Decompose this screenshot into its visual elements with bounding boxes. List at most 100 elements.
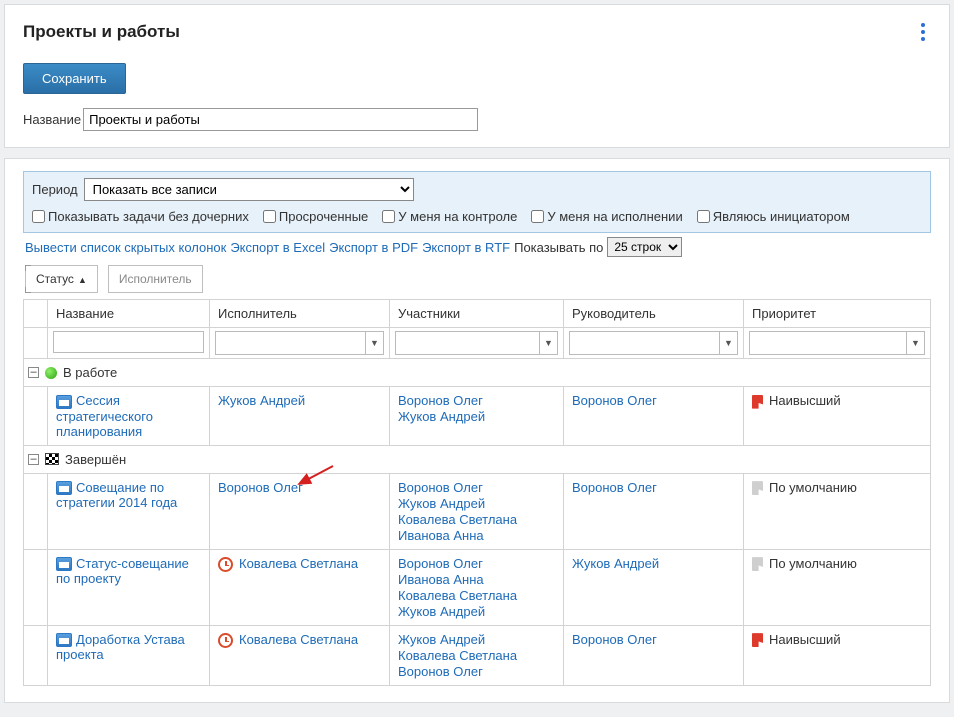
export-pdf-link[interactable]: Экспорт в PDF [329,240,418,255]
executor-link[interactable]: Воронов Олег [218,480,303,495]
clock-icon [218,633,233,648]
meeting-icon [56,633,72,647]
group-by-executor-drop[interactable]: Исполнитель [108,265,203,293]
chevron-down-icon: ▼ [365,332,383,354]
filter-row: ▼ ▼ ▼ ▼ [24,328,931,359]
participant-link[interactable]: Ковалева Светлана [398,512,555,527]
grid-panel: Период Показать все записи Показывать за… [4,158,950,703]
checkbox-no-children[interactable] [32,210,45,223]
panel-title: Проекты и работы [23,22,180,42]
participant-link[interactable]: Жуков Андрей [398,496,555,511]
check-overdue[interactable]: Просроченные [263,209,368,224]
check-my-control[interactable]: У меня на контроле [382,209,517,224]
priority-flag-icon [752,633,763,647]
executor-link[interactable]: Ковалева Светлана [239,556,358,571]
header-row: Название Исполнитель Участники Руководит… [24,300,931,328]
chevron-down-icon: ▼ [906,332,924,354]
col-expand[interactable] [24,300,48,328]
participant-link[interactable]: Воронов Олег [398,556,555,571]
task-name-link[interactable]: Доработка Устава проекта [56,632,185,663]
save-button[interactable]: Сохранить [23,63,126,94]
col-participants[interactable]: Участники [390,300,564,328]
priority-label: По умолчанию [769,556,857,571]
sort-asc-icon: ▲ [78,275,87,285]
participants-list: Воронов ОлегЖуков АндрейКовалева Светлан… [398,480,555,543]
checkbox-overdue[interactable] [263,210,276,223]
group-status-label: В работе [63,365,117,380]
col-priority[interactable]: Приоритет [744,300,931,328]
data-grid: Название Исполнитель Участники Руководит… [23,299,931,686]
participant-link[interactable]: Воронов Олег [398,664,555,679]
participant-link[interactable]: Иванова Анна [398,528,555,543]
executor-link[interactable]: Ковалева Светлана [239,632,358,647]
check-my-exec[interactable]: У меня на исполнении [531,209,682,224]
group-by-bar: Статус▲ Исполнитель [23,263,931,293]
participants-list: Воронов ОлегЖуков Андрей [398,393,555,424]
participant-link[interactable]: Иванова Анна [398,572,555,587]
checkbox-my-control[interactable] [382,210,395,223]
status-finished-icon [45,453,59,465]
filter-leader-select[interactable]: ▼ [569,331,738,355]
check-no-children[interactable]: Показывать задачи без дочерних [32,209,249,224]
task-name-link[interactable]: Статус-совещание по проекту [56,556,189,587]
participants-list: Воронов ОлегИванова АннаКовалева Светлан… [398,556,555,619]
annotation-arrow-icon [295,464,335,490]
table-row: Доработка Устава проекта Ковалева Светлан… [24,625,931,685]
priority-label: Наивысший [769,393,841,408]
show-per-label: Показывать по [514,240,603,255]
priority-flag-icon [752,395,763,409]
panel-header: Проекты и работы [23,17,931,47]
col-executor[interactable]: Исполнитель [210,300,390,328]
checkbox-my-exec[interactable] [531,210,544,223]
name-label: Название [23,112,81,127]
participant-link[interactable]: Жуков Андрей [398,409,555,424]
group-status-label: Завершён [65,452,126,467]
executor-link[interactable]: Жуков Андрей [218,393,305,408]
filter-executor-select[interactable]: ▼ [215,331,384,355]
participants-list: Жуков АндрейКовалева СветланаВоронов Оле… [398,632,555,679]
filter-name-input[interactable] [53,331,204,353]
hidden-columns-link[interactable]: Вывести список скрытых колонок [25,240,226,255]
filter-box: Период Показать все записи Показывать за… [23,171,931,233]
participant-link[interactable]: Жуков Андрей [398,604,555,619]
priority-label: По умолчанию [769,480,857,495]
group-row[interactable]: – В работе [24,359,931,387]
leader-link[interactable]: Воронов Олег [572,632,657,647]
meeting-icon [56,557,72,571]
participant-link[interactable]: Воронов Олег [398,480,555,495]
group-by-status[interactable]: Статус▲ [25,265,98,293]
collapse-toggle[interactable]: – [28,454,39,465]
participant-link[interactable]: Ковалева Светлана [398,588,555,603]
more-actions-button[interactable] [915,17,931,47]
participant-link[interactable]: Ковалева Светлана [398,648,555,663]
page-size-select[interactable]: 25 строк [607,237,682,257]
checkbox-initiator[interactable] [697,210,710,223]
leader-link[interactable]: Жуков Андрей [572,556,659,571]
settings-panel: Проекты и работы Сохранить Название [4,4,950,148]
leader-link[interactable]: Воронов Олег [572,393,657,408]
export-excel-link[interactable]: Экспорт в Excel [230,240,325,255]
meeting-icon [56,481,72,495]
leader-link[interactable]: Воронов Олег [572,480,657,495]
table-row: Сессия стратегического планированияЖуков… [24,387,931,446]
group-row[interactable]: – Завершён [24,445,931,473]
col-name[interactable]: Название [48,300,210,328]
col-leader[interactable]: Руководитель [564,300,744,328]
collapse-toggle[interactable]: – [28,367,39,378]
task-name-link[interactable]: Совещание по стратегии 2014 года [56,480,177,511]
name-input[interactable] [83,108,478,131]
chevron-down-icon: ▼ [719,332,737,354]
participant-link[interactable]: Жуков Андрей [398,632,555,647]
period-label: Период [32,182,78,197]
participant-link[interactable]: Воронов Олег [398,393,555,408]
export-rtf-link[interactable]: Экспорт в RTF [422,240,510,255]
filter-checkboxes: Показывать задачи без дочерних Просрочен… [32,209,922,224]
chevron-down-icon: ▼ [539,332,557,354]
filter-priority-select[interactable]: ▼ [749,331,925,355]
meeting-icon [56,395,72,409]
check-initiator[interactable]: Являюсь инициатором [697,209,850,224]
priority-flag-icon [752,481,763,495]
filter-participants-select[interactable]: ▼ [395,331,558,355]
name-row: Название [23,108,931,131]
period-select[interactable]: Показать все записи [84,178,414,201]
